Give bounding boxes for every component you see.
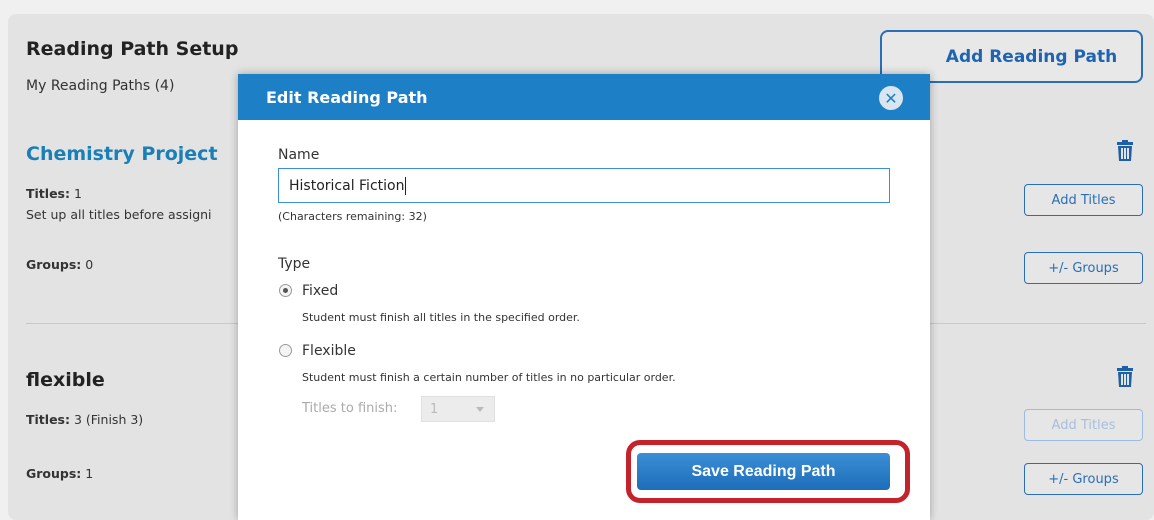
edit-reading-path-dialog: Edit Reading Path ✕ Name Historical Fict…	[238, 74, 930, 520]
groups-button[interactable]: +/- Groups	[1024, 252, 1143, 284]
fixed-radio-label[interactable]: Fixed	[302, 283, 338, 299]
groups-button[interactable]: +/- Groups	[1024, 463, 1143, 495]
card-title-flexible[interactable]: flexible	[26, 369, 105, 391]
flexible-radio-label[interactable]: Flexible	[302, 343, 356, 359]
name-label: Name	[278, 147, 320, 163]
save-reading-path-button[interactable]: Save Reading Path	[637, 453, 890, 490]
flexible-radio[interactable]	[279, 344, 292, 357]
trash-icon[interactable]	[1116, 366, 1134, 388]
fixed-description: Student must finish all titles in the sp…	[302, 311, 580, 324]
card-note: Set up all titles before assigni	[26, 207, 212, 222]
characters-remaining: (Characters remaining: 32)	[278, 210, 427, 223]
card-groups-count: Groups: 1	[26, 466, 94, 481]
card-groups-count: Groups: 0	[26, 257, 94, 272]
page-title: Reading Path Setup	[26, 38, 239, 60]
text-caret	[405, 176, 407, 195]
dialog-title: Edit Reading Path	[266, 88, 428, 107]
dialog-header: Edit Reading Path ✕	[238, 74, 930, 120]
close-icon[interactable]: ✕	[879, 86, 903, 110]
type-label: Type	[278, 256, 311, 272]
titles-to-finish-label: Titles to finish:	[302, 401, 398, 416]
trash-icon[interactable]	[1116, 140, 1134, 162]
card-titles-count: Titles: 3 (Finish 3)	[26, 412, 144, 427]
flexible-description: Student must finish a certain number of …	[302, 371, 676, 384]
add-titles-button[interactable]: Add Titles	[1024, 409, 1143, 441]
my-paths-count: My Reading Paths (4)	[26, 78, 175, 94]
name-input[interactable]: Historical Fiction	[278, 168, 890, 203]
add-titles-button[interactable]: Add Titles	[1024, 184, 1143, 216]
chevron-down-icon	[476, 407, 484, 412]
card-titles-count: Titles: 1	[26, 186, 82, 201]
titles-to-finish-select[interactable]: 1	[421, 396, 495, 422]
card-title-chemistry[interactable]: Chemistry Project	[26, 143, 218, 165]
fixed-radio[interactable]	[279, 284, 292, 297]
